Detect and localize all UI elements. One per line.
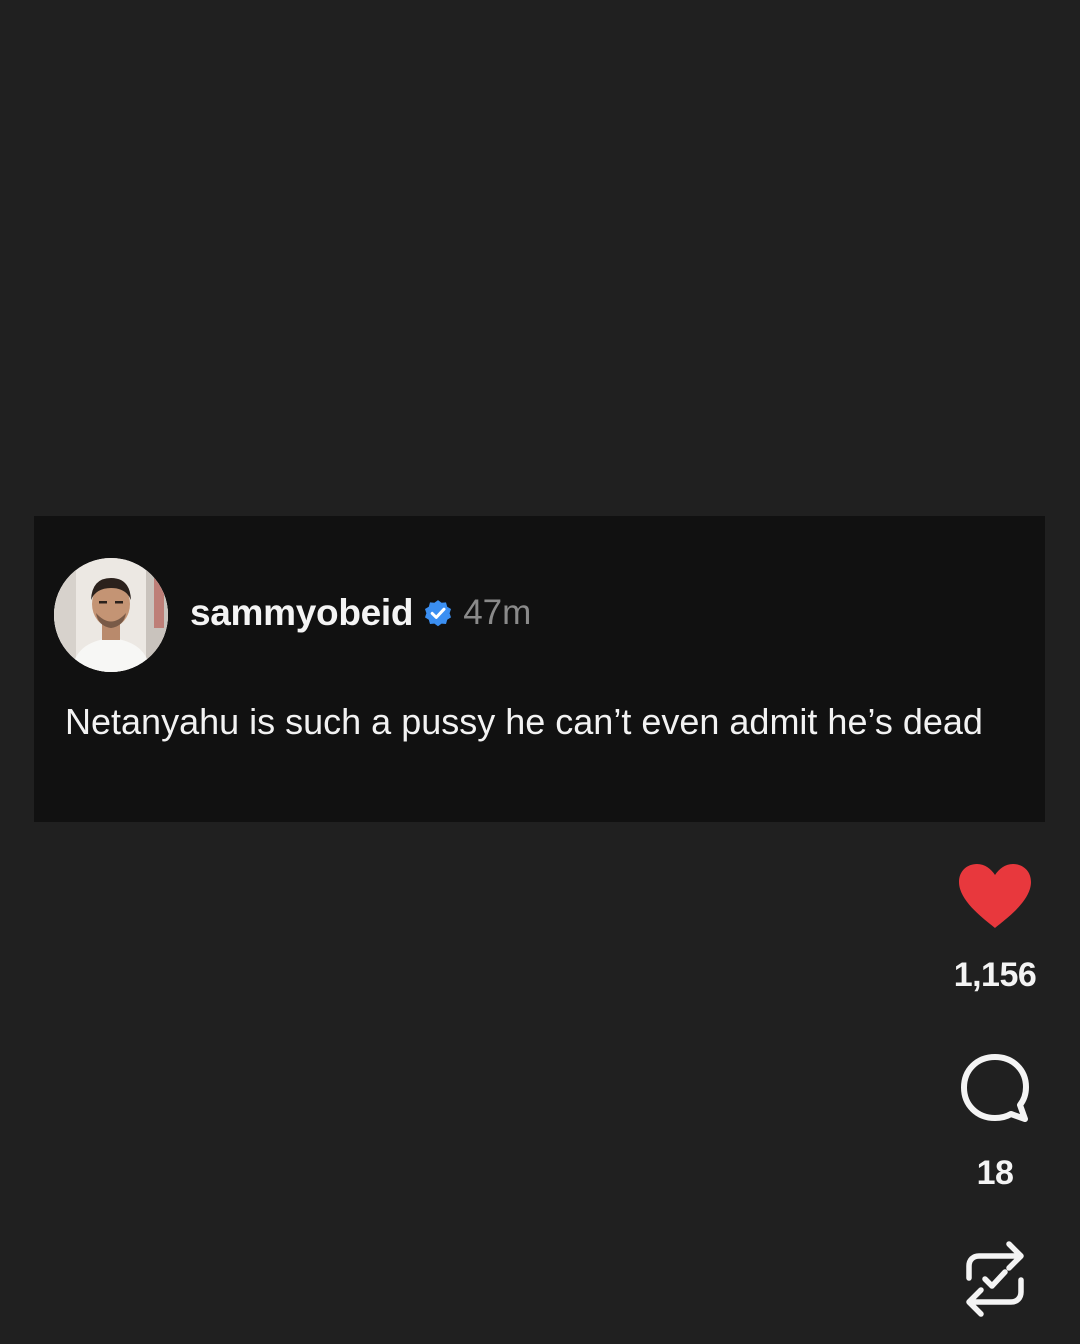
like-action[interactable]: 1,156 bbox=[940, 862, 1050, 995]
post-card[interactable]: sammyobeid 47m Netanyahu is such a pussy… bbox=[34, 516, 1045, 822]
post-timestamp: 47m bbox=[463, 593, 532, 632]
screen: sammyobeid 47m Netanyahu is such a pussy… bbox=[0, 0, 1080, 1344]
heart-icon[interactable] bbox=[957, 862, 1033, 930]
username[interactable]: sammyobeid bbox=[190, 592, 414, 634]
avatar[interactable] bbox=[54, 558, 168, 672]
comment-action[interactable]: 18 bbox=[940, 1052, 1050, 1193]
repost-check-icon[interactable] bbox=[959, 1236, 1031, 1322]
verified-badge-icon bbox=[422, 597, 454, 629]
repost-action[interactable] bbox=[940, 1236, 1050, 1322]
like-count: 1,156 bbox=[953, 956, 1037, 994]
comment-bubble-icon[interactable] bbox=[958, 1052, 1032, 1124]
post-text: Netanyahu is such a pussy he can’t even … bbox=[65, 701, 983, 742]
comment-count: 18 bbox=[976, 1154, 1014, 1192]
avatar-photo bbox=[54, 558, 168, 672]
post-header: sammyobeid 47m bbox=[190, 588, 531, 638]
